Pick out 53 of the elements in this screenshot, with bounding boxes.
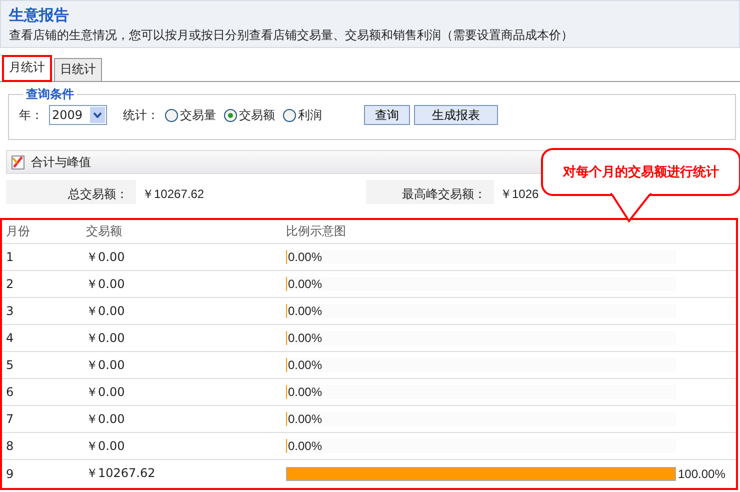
- table-cell-text: ￥0.00: [85, 356, 126, 374]
- table-cell-text: 8: [5, 439, 15, 453]
- table-cell-text: 3: [5, 304, 15, 318]
- percent-text: 0.00%: [287, 412, 322, 426]
- percent-text: 0.00%: [287, 358, 322, 372]
- percent-text: 0.00%: [287, 385, 322, 399]
- page-title: 生意报告: [9, 6, 70, 25]
- peak-label: 最高峰交易额：: [366, 180, 494, 204]
- column-header: 月份: [5, 223, 31, 240]
- table-cell-text: 5: [5, 358, 15, 372]
- summary-title: 合计与峰值: [31, 154, 91, 170]
- query-button[interactable]: 生成报表: [414, 105, 498, 125]
- column-header: 交易额: [85, 223, 123, 240]
- year-label: 年：: [19, 106, 43, 124]
- table-cell-text: ￥0.00: [85, 330, 126, 346]
- radio-button[interactable]: [224, 108, 237, 122]
- table-cell-text: 6: [5, 385, 15, 399]
- tab[interactable]: 月统计: [2, 55, 52, 82]
- radio-button[interactable]: [283, 108, 296, 122]
- table-cell-text: ￥0.00: [85, 276, 126, 292]
- percent-text: 0.00%: [287, 331, 322, 345]
- radio-label: 交易量: [180, 106, 216, 124]
- total-label: 总交易额：: [6, 180, 136, 204]
- table-cell-text: ￥0.00: [85, 410, 126, 428]
- table-cell-text: 4: [5, 331, 15, 345]
- table-cell-text: ￥0.00: [85, 438, 126, 454]
- page-description: 查看店铺的生意情况，您可以按月或按日分别查看店铺交易量、交易额和销售利润（需要设置商品成本价）: [9, 27, 574, 44]
- table-cell-text: 7: [5, 412, 15, 426]
- table-cell-text: ￥0.00: [85, 384, 126, 400]
- radio-label: 交易额: [239, 106, 275, 124]
- query-button[interactable]: 查询: [364, 105, 410, 125]
- pencil-chart-icon: [11, 154, 27, 170]
- table-cell-text: ￥0.00: [85, 302, 126, 320]
- table-cell-text: 1: [5, 250, 15, 264]
- table-cell-text: 2: [5, 277, 15, 291]
- percent-text: 100.00%: [677, 466, 726, 480]
- year-select[interactable]: 2009: [49, 105, 107, 125]
- table-cell-text: ￥0.00: [85, 248, 126, 266]
- peak-value: ￥1026: [499, 186, 540, 203]
- radio-button[interactable]: [165, 108, 178, 122]
- percent-text: 0.00%: [287, 439, 322, 453]
- percent-text: 0.00%: [287, 304, 322, 318]
- stat-label: 统计：: [123, 106, 159, 124]
- table-cell-text: 9: [5, 466, 15, 480]
- percent-text: 0.00%: [287, 277, 322, 291]
- table-cell-text: ￥10267.62: [85, 465, 156, 482]
- radio-label: 利润: [298, 106, 322, 124]
- percent-text: 0.00%: [287, 250, 322, 264]
- total-value: ￥10267.62: [141, 186, 206, 203]
- callout-text: 对每个月的交易额进行统计: [563, 164, 719, 181]
- section-legend: 查询条件: [23, 86, 77, 103]
- column-header: 比例示意图: [285, 223, 347, 240]
- tab[interactable]: 日统计: [54, 58, 102, 81]
